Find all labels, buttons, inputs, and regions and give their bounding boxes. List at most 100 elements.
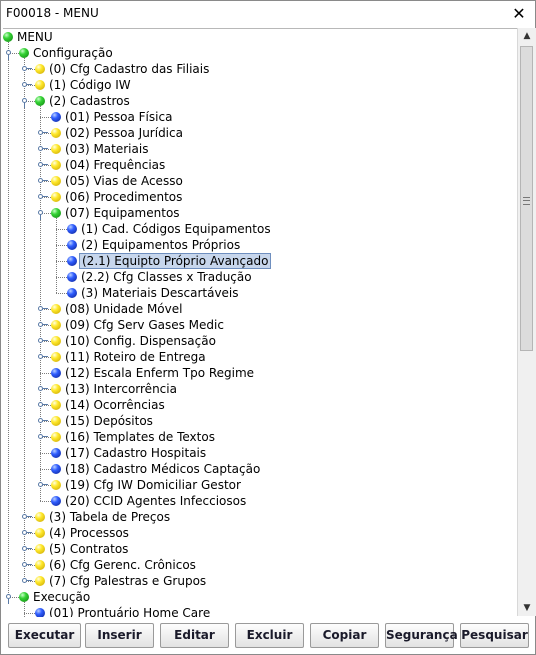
tree-node[interactable]: MENU xyxy=(3,29,517,45)
tree-node-label[interactable]: (13) Intercorrência xyxy=(63,382,179,396)
inserir-button[interactable]: Inserir xyxy=(85,623,154,648)
tree-node[interactable]: (08) Unidade Móvel xyxy=(3,301,517,317)
collapsed-handle-icon[interactable] xyxy=(37,145,48,152)
tree-node[interactable]: (14) Ocorrências xyxy=(3,397,517,413)
tree-node[interactable]: (06) Procedimentos xyxy=(3,189,517,205)
expanded-handle-icon[interactable] xyxy=(5,593,12,604)
tree-node-label[interactable]: (3) Tabela de Preços xyxy=(47,510,172,524)
tree-node-label[interactable]: (0) Cfg Cadastro das Filiais xyxy=(47,62,211,76)
tree-node[interactable]: (4) Processos xyxy=(3,525,517,541)
tree-node-label[interactable]: (2) Cadastros xyxy=(47,94,132,108)
tree-node[interactable]: (20) CCID Agentes Infecciosos xyxy=(3,493,517,509)
tree-node-label[interactable]: (01) Prontuário Home Care xyxy=(47,606,212,617)
tree-node[interactable]: (1) Código IW xyxy=(3,77,517,93)
tree-node-label[interactable]: (12) Escala Enferm Tpo Regime xyxy=(63,366,256,380)
tree-node-label[interactable]: (15) Depósitos xyxy=(63,414,155,428)
tree-node-label[interactable]: Configuração xyxy=(31,46,115,60)
collapsed-handle-icon[interactable] xyxy=(37,305,48,312)
scroll-down-icon[interactable]: ▼ xyxy=(518,600,536,616)
tree-node-label[interactable]: (2) Equipamentos Próprios xyxy=(79,238,242,252)
collapsed-handle-icon[interactable] xyxy=(37,161,48,168)
tree-node-label[interactable]: (09) Cfg Serv Gases Medic xyxy=(63,318,226,332)
tree-node-label[interactable]: (6) Cfg Gerenc. Crônicos xyxy=(47,558,198,572)
tree-node[interactable]: (2.2) Cfg Classes x Tradução xyxy=(3,269,517,285)
collapsed-handle-icon[interactable] xyxy=(21,65,32,72)
tree-node-label[interactable]: (19) Cfg IW Domiciliar Gestor xyxy=(63,478,243,492)
collapsed-handle-icon[interactable] xyxy=(37,481,48,488)
menu-tree[interactable]: MENU Configuração (0) Cfg Cadastro das Fil… xyxy=(3,28,517,617)
tree-node-label[interactable]: (02) Pessoa Jurídica xyxy=(63,126,185,140)
tree-node-label[interactable]: MENU xyxy=(15,30,55,44)
collapsed-handle-icon[interactable] xyxy=(37,433,48,440)
tree-node[interactable]: (3) Tabela de Preços xyxy=(3,509,517,525)
editar-button[interactable]: Editar xyxy=(160,623,229,648)
tree-node-label[interactable]: (11) Roteiro de Entrega xyxy=(63,350,208,364)
tree-node-label[interactable]: (08) Unidade Móvel xyxy=(63,302,184,316)
tree-node-label[interactable]: (14) Ocorrências xyxy=(63,398,167,412)
tree-node[interactable]: Configuração xyxy=(3,45,517,61)
tree-node[interactable]: (3) Materiais Descartáveis xyxy=(3,285,517,301)
tree-node[interactable]: (19) Cfg IW Domiciliar Gestor xyxy=(3,477,517,493)
pesquisar-button[interactable]: Pesquisar xyxy=(460,623,529,648)
collapsed-handle-icon[interactable] xyxy=(37,193,48,200)
tree-node[interactable]: (03) Materiais xyxy=(3,141,517,157)
collapsed-handle-icon[interactable] xyxy=(21,513,32,520)
tree-node-label[interactable]: (1) Cad. Códigos Equipamentos xyxy=(79,222,273,236)
collapsed-handle-icon[interactable] xyxy=(37,385,48,392)
tree-node[interactable]: (02) Pessoa Jurídica xyxy=(3,125,517,141)
tree-node[interactable]: Execução xyxy=(3,589,517,605)
tree-node[interactable]: (6) Cfg Gerenc. Crônicos xyxy=(3,557,517,573)
tree-node-label[interactable]: (18) Cadastro Médicos Captação xyxy=(63,462,262,476)
tree-node-label[interactable]: (4) Processos xyxy=(47,526,131,540)
tree-node[interactable]: (15) Depósitos xyxy=(3,413,517,429)
tree-node[interactable]: (09) Cfg Serv Gases Medic xyxy=(3,317,517,333)
tree-node[interactable]: (01) Prontuário Home Care xyxy=(3,605,517,617)
collapsed-handle-icon[interactable] xyxy=(37,401,48,408)
tree-node-label[interactable]: (17) Cadastro Hospitais xyxy=(63,446,208,460)
collapsed-handle-icon[interactable] xyxy=(37,353,48,360)
tree-node[interactable]: (11) Roteiro de Entrega xyxy=(3,349,517,365)
tree-node[interactable]: (2) Equipamentos Próprios xyxy=(3,237,517,253)
collapsed-handle-icon[interactable] xyxy=(37,337,48,344)
collapsed-handle-icon[interactable] xyxy=(37,129,48,136)
tree-node[interactable]: (1) Cad. Códigos Equipamentos xyxy=(3,221,517,237)
tree-node-label-selected[interactable]: (2.1) Equipto Próprio Avançado xyxy=(79,253,272,269)
tree-node[interactable]: (07) Equipamentos xyxy=(3,205,517,221)
close-icon[interactable]: ✕ xyxy=(503,1,535,27)
tree-node-label[interactable]: (5) Contratos xyxy=(47,542,130,556)
tree-node-label[interactable]: (06) Procedimentos xyxy=(63,190,184,204)
tree-node-label[interactable]: (07) Equipamentos xyxy=(63,206,182,220)
tree-node-label[interactable]: (20) CCID Agentes Infecciosos xyxy=(63,494,248,508)
tree-node-label[interactable]: (16) Templates de Textos xyxy=(63,430,217,444)
tree-node-label[interactable]: (3) Materiais Descartáveis xyxy=(79,286,241,300)
tree-node[interactable]: (10) Config. Dispensação xyxy=(3,333,517,349)
tree-node-label[interactable]: (2.2) Cfg Classes x Tradução xyxy=(79,270,254,284)
executar-button[interactable]: Executar xyxy=(8,623,81,648)
tree-node[interactable]: (2.1) Equipto Próprio Avançado xyxy=(3,253,517,269)
collapsed-handle-icon[interactable] xyxy=(21,81,32,88)
tree-node-label[interactable]: (05) Vias de Acesso xyxy=(63,174,185,188)
tree-node[interactable]: (16) Templates de Textos xyxy=(3,429,517,445)
tree-node[interactable]: (12) Escala Enferm Tpo Regime xyxy=(3,365,517,381)
tree-node[interactable]: (01) Pessoa Física xyxy=(3,109,517,125)
copiar-button[interactable]: Copiar xyxy=(310,623,379,648)
tree-node-label[interactable]: (7) Cfg Palestras e Grupos xyxy=(47,574,208,588)
scrollbar-thumb[interactable] xyxy=(520,46,533,351)
collapsed-handle-icon[interactable] xyxy=(37,321,48,328)
collapsed-handle-icon[interactable] xyxy=(21,577,32,584)
scroll-up-icon[interactable]: ▲ xyxy=(518,28,536,44)
tree-node-label[interactable]: (01) Pessoa Física xyxy=(63,110,174,124)
tree-node[interactable]: (05) Vias de Acesso xyxy=(3,173,517,189)
tree-node[interactable]: (5) Contratos xyxy=(3,541,517,557)
tree-node[interactable]: (2) Cadastros xyxy=(3,93,517,109)
collapsed-handle-icon[interactable] xyxy=(21,545,32,552)
tree-node[interactable]: (17) Cadastro Hospitais xyxy=(3,445,517,461)
tree-node-label[interactable]: (04) Frequências xyxy=(63,158,167,172)
seguranca-button[interactable]: Segurança xyxy=(385,623,458,648)
collapsed-handle-icon[interactable] xyxy=(21,529,32,536)
expanded-handle-icon[interactable] xyxy=(37,209,44,220)
excluir-button[interactable]: Excluir xyxy=(235,623,304,648)
tree-node-label[interactable]: Execução xyxy=(31,590,92,604)
tree-node[interactable]: (0) Cfg Cadastro das Filiais xyxy=(3,61,517,77)
tree-node-label[interactable]: (1) Código IW xyxy=(47,78,133,92)
